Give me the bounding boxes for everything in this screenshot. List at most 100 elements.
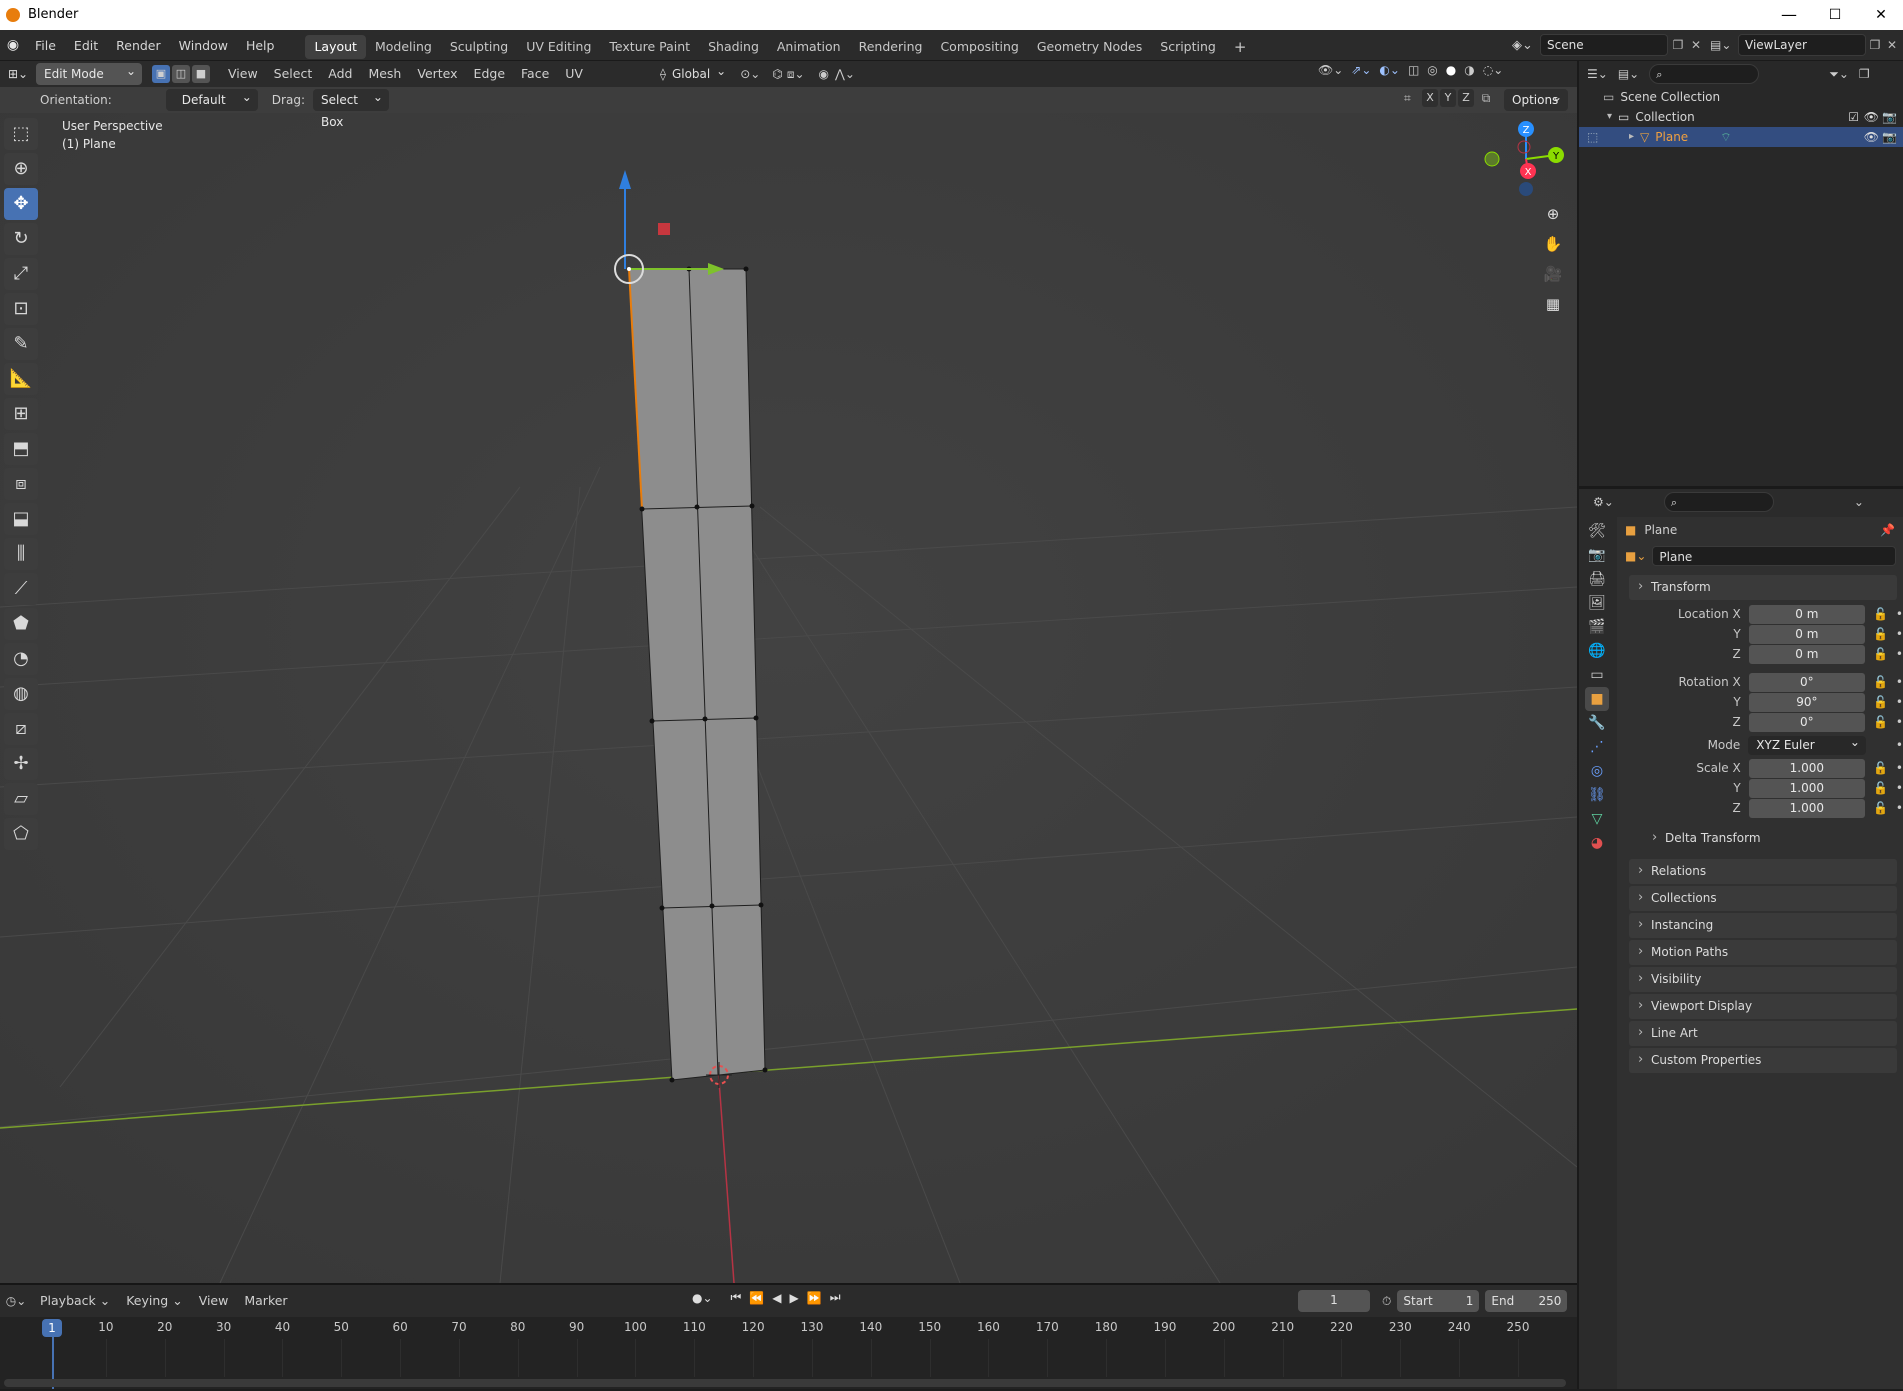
view-layer-icon[interactable]: ▤⌄ <box>1710 38 1738 52</box>
location-z-field[interactable]: 0 m <box>1748 644 1865 664</box>
loop-cut-tool-icon[interactable]: ⫼ <box>4 538 38 570</box>
shear-tool-icon[interactable]: ▱ <box>4 783 38 815</box>
tab-shading[interactable]: Shading <box>699 35 768 59</box>
lock-rotation-y-icon[interactable]: 🔓 <box>1873 695 1888 709</box>
face-select-icon[interactable]: ■ <box>192 65 210 83</box>
snap-icon[interactable]: ⌬ <box>772 67 782 81</box>
wireframe-shading-icon[interactable]: ◎ <box>1427 63 1437 77</box>
object-tab-icon[interactable]: ■ <box>1585 687 1609 711</box>
minimize-button[interactable]: — <box>1766 0 1812 30</box>
outliner-editor-icon[interactable]: ☰⌄ <box>1587 67 1608 81</box>
scene-name-field[interactable]: Scene <box>1540 34 1668 56</box>
menu-face[interactable]: Face <box>513 63 557 85</box>
viewport-scene[interactable] <box>0 87 1577 1283</box>
timeline-editor[interactable]: ◷⌄ Playback ⌄ Keying ⌄ View Marker ●⌄ ⏮ … <box>0 1283 1577 1389</box>
tab-sculpting[interactable]: Sculpting <box>441 35 517 59</box>
solid-shading-icon[interactable]: ● <box>1446 63 1456 77</box>
gizmo-icon[interactable]: ⇗⌄ <box>1351 63 1371 77</box>
rotation-z-field[interactable]: 0° <box>1748 712 1865 732</box>
menu-edit[interactable]: Edit <box>65 30 107 61</box>
collection-tab-icon[interactable]: ▭ <box>1585 663 1609 687</box>
outliner-row-scene-collection[interactable]: ▭ Scene Collection <box>1579 87 1903 107</box>
menu-render[interactable]: Render <box>107 30 170 61</box>
timeline-scrollbar[interactable] <box>4 1379 1566 1387</box>
proportional-edit-icon[interactable]: ◉ <box>819 67 829 81</box>
edge-select-icon[interactable]: ◫ <box>172 65 190 83</box>
poly-build-tool-icon[interactable]: ⬟ <box>4 608 38 640</box>
editor-type-icon[interactable]: ⊞⌄ <box>0 67 36 81</box>
keyframe-dot-icon[interactable]: • <box>1896 761 1903 775</box>
visibility-icon[interactable]: 👁⌄ <box>1318 63 1343 77</box>
mirror-z-toggle[interactable]: Z <box>1458 89 1474 107</box>
navigation-gizmo[interactable]: Z Y X <box>1478 117 1570 197</box>
properties-search-input[interactable]: ⌕ <box>1663 492 1774 512</box>
pivot-icon[interactable]: ⊙⌄ <box>740 67 760 81</box>
render-tab-icon[interactable]: 📷 <box>1585 543 1609 567</box>
menu-view[interactable]: View <box>220 63 266 85</box>
blender-menu-icon[interactable]: ◉ <box>0 37 26 53</box>
transform-panel-header[interactable]: Transform <box>1629 574 1897 600</box>
collections-panel-header[interactable]: Collections <box>1629 885 1897 911</box>
keyframe-dot-icon[interactable]: • <box>1896 781 1903 795</box>
custom-properties-panel-header[interactable]: Custom Properties <box>1629 1047 1897 1073</box>
vertex-select-icon[interactable]: ▣ <box>152 65 170 83</box>
motion-paths-panel-header[interactable]: Motion Paths <box>1629 939 1897 965</box>
plane-camera-icon[interactable]: 📷 <box>1882 127 1897 147</box>
properties-options-icon[interactable]: ⌄ <box>1854 495 1864 509</box>
cursor-tool-icon[interactable]: ⊕ <box>4 153 38 185</box>
keyframe-dot-icon[interactable]: • <box>1896 627 1903 641</box>
mirror-x-toggle[interactable]: X <box>1422 89 1438 107</box>
collection-camera-icon[interactable]: 📷 <box>1882 107 1897 127</box>
zoom-icon[interactable]: ⊕ <box>1540 201 1566 227</box>
pin-icon[interactable]: 📌 <box>1880 523 1895 537</box>
physics-tab-icon[interactable]: ◎ <box>1585 759 1609 783</box>
keyframe-dot-icon[interactable]: • <box>1896 738 1903 752</box>
outliner-row-collection[interactable]: ▾ ▭ Collection ☑ 👁 📷 <box>1579 107 1903 127</box>
overlay-icon[interactable]: ◐⌄ <box>1379 63 1400 77</box>
lock-scale-x-icon[interactable]: 🔓 <box>1873 761 1888 775</box>
menu-file[interactable]: File <box>26 30 65 61</box>
particles-tab-icon[interactable]: ⋰ <box>1585 735 1609 759</box>
drag-dropdown[interactable]: Select Box <box>312 86 389 129</box>
tab-layout[interactable]: Layout <box>305 34 366 59</box>
delete-scene-icon[interactable]: ✕ <box>1688 38 1704 52</box>
new-collection-icon[interactable]: ❐ <box>1859 67 1870 81</box>
scene-tab-icon[interactable]: 🎬 <box>1585 615 1609 639</box>
tab-animation[interactable]: Animation <box>768 35 850 59</box>
menu-uv[interactable]: UV <box>557 63 591 85</box>
menu-mesh[interactable]: Mesh <box>360 63 409 85</box>
measure-tool-icon[interactable]: 📐 <box>4 363 38 395</box>
rotation-y-field[interactable]: 90° <box>1748 692 1865 712</box>
keyframe-dot-icon[interactable]: • <box>1896 675 1903 689</box>
transform-tool-icon[interactable]: ⊡ <box>4 293 38 325</box>
object-name-field[interactable]: Plane <box>1652 546 1897 566</box>
plane-expand-icon[interactable]: ▸ <box>1629 127 1634 147</box>
spin-tool-icon[interactable]: ◔ <box>4 643 38 675</box>
rendered-shading-icon[interactable]: ◌⌄ <box>1483 63 1504 77</box>
pan-hand-icon[interactable]: ✋ <box>1540 231 1566 257</box>
scene-icon[interactable]: ◈⌄ <box>1512 38 1540 53</box>
transform-space-dropdown[interactable]: Global ⌄ <box>670 63 728 85</box>
mesh-data-icon[interactable]: ⌔ <box>1720 127 1731 147</box>
smooth-tool-icon[interactable]: ◍ <box>4 678 38 710</box>
outliner-filter-icon[interactable]: ⏷⌄ <box>1829 67 1849 82</box>
lock-scale-z-icon[interactable]: 🔓 <box>1873 801 1888 815</box>
annotate-tool-icon[interactable]: ✎ <box>4 328 38 360</box>
relations-panel-header[interactable]: Relations <box>1629 858 1897 884</box>
3d-viewport[interactable]: User Perspective (1) Plane Z Y X ⊕ ✋ 🎥 ▦ <box>0 87 1577 1283</box>
xray-icon[interactable]: ◫ <box>1408 63 1419 77</box>
properties-editor-icon[interactable]: ⚙⌄ <box>1593 495 1614 509</box>
line-art-panel-header[interactable]: Line Art <box>1629 1020 1897 1046</box>
lock-location-z-icon[interactable]: 🔓 <box>1873 647 1888 661</box>
timeline-ruler[interactable]: 10 20 30 40 50 60 70 80 90 100 110 120 130 140 150 160 1… <box>0 1285 1577 1391</box>
scale-y-field[interactable]: 1.000 <box>1748 778 1865 798</box>
tab-rendering[interactable]: Rendering <box>850 35 932 59</box>
add-cube-tool-icon[interactable]: ⊞ <box>4 398 38 430</box>
perspective-toggle-icon[interactable]: ▦ <box>1540 291 1566 317</box>
plane-eye-icon[interactable]: 👁 <box>1864 127 1879 147</box>
data-tab-icon[interactable]: ▽ <box>1585 807 1609 831</box>
playhead-marker[interactable]: 1 <box>42 1319 62 1337</box>
visibility-panel-header[interactable]: Visibility <box>1629 966 1897 992</box>
keyframe-dot-icon[interactable]: • <box>1896 715 1903 729</box>
constraints-tab-icon[interactable]: ⛓ <box>1585 783 1609 807</box>
